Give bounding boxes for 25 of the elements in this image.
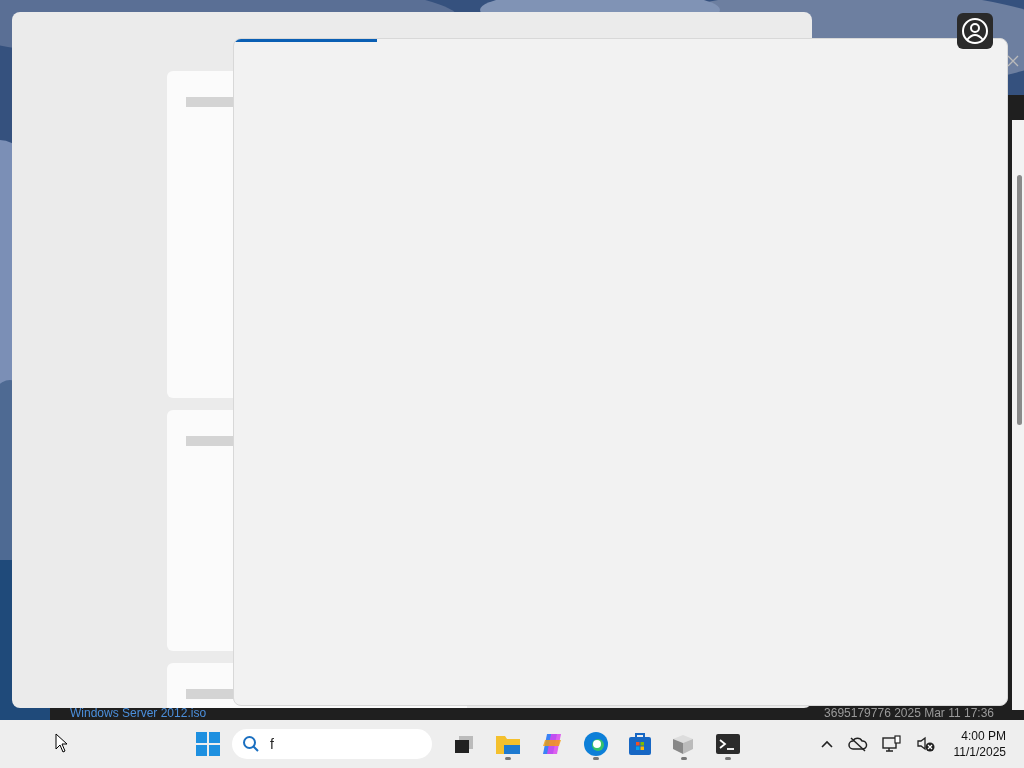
clock-time[interactable]: 4:00 PM [961, 728, 1006, 744]
file-details: 3695179776 2025 Mar 11 17:36 [824, 706, 994, 720]
speaker-muted-icon[interactable] [915, 735, 936, 753]
running-indicator [593, 757, 599, 760]
folder-icon[interactable] [495, 733, 521, 755]
file-name[interactable]: Windows Server 2012.iso [70, 706, 207, 720]
chevron-up-icon[interactable] [819, 739, 834, 749]
network-icon[interactable] [881, 735, 902, 753]
terminal-icon[interactable] [715, 733, 741, 755]
search-field[interactable]: f [232, 729, 432, 759]
task-view-icon[interactable] [453, 733, 475, 755]
running-indicator [505, 757, 511, 760]
cloud-off-icon[interactable] [847, 736, 868, 752]
search-input[interactable]: f [270, 736, 420, 752]
cursor-icon [55, 733, 69, 753]
running-indicator [681, 757, 687, 760]
search-icon [242, 735, 260, 753]
store-icon[interactable] [628, 732, 652, 756]
account-icon[interactable] [957, 13, 993, 49]
edge-icon[interactable] [583, 731, 609, 757]
close-icon[interactable] [1007, 55, 1019, 67]
scrollbar-thumb[interactable] [1017, 175, 1022, 425]
start-icon[interactable] [196, 732, 220, 756]
clock-date[interactable]: 11/1/2025 [953, 744, 1006, 760]
running-indicator [725, 757, 731, 760]
